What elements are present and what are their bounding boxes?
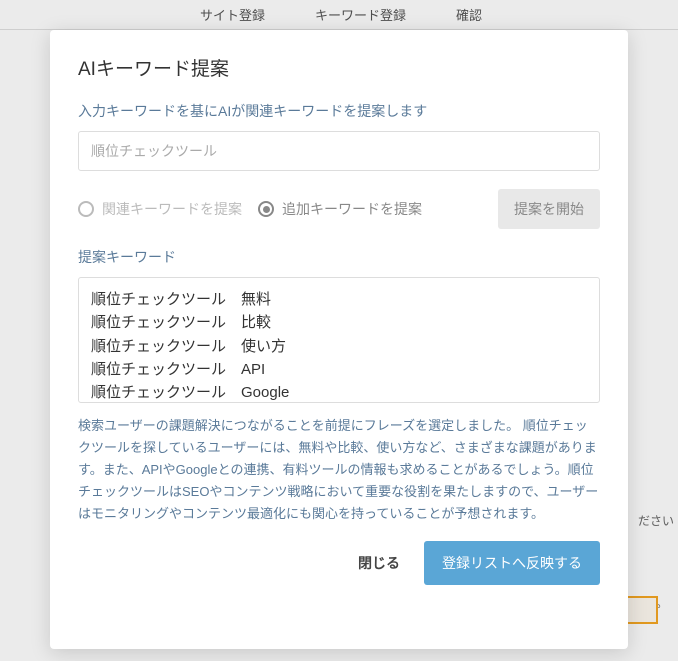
radio-related-label: 関連キーワードを提案 <box>102 199 242 219</box>
list-item: 順位チェックツール API <box>91 358 587 381</box>
list-item: 順位チェックツール 使い方 <box>91 335 587 358</box>
list-item: 順位チェックツール 無料 <box>91 288 587 311</box>
list-item: 順位チェックツール 比較 <box>91 311 587 334</box>
results-label: 提案キーワード <box>78 247 600 267</box>
list-item: 順位チェックツール Google <box>91 381 587 403</box>
radio-additional-label: 追加キーワードを提案 <box>282 199 422 219</box>
radio-related-keywords[interactable]: 関連キーワードを提案 <box>78 199 242 219</box>
explanation-text: 検索ユーザーの課題解決につながることを前提にフレーズを選定しました。 順位チェッ… <box>78 415 600 525</box>
options-row: 関連キーワードを提案 追加キーワードを提案 提案を開始 <box>78 189 600 229</box>
results-box[interactable]: 順位チェックツール 無料 順位チェックツール 比較 順位チェックツール 使い方 … <box>78 277 600 403</box>
modal-footer: 閉じる 登録リストへ反映する <box>78 541 600 585</box>
radio-icon <box>78 201 94 217</box>
keyword-input[interactable] <box>78 131 600 171</box>
modal-title: AIキーワード提案 <box>78 54 600 81</box>
ai-keyword-modal: AIキーワード提案 入力キーワードを基にAIが関連キーワードを提案します 関連キ… <box>50 30 628 649</box>
modal-subtitle: 入力キーワードを基にAIが関連キーワードを提案します <box>78 101 600 121</box>
radio-icon <box>258 201 274 217</box>
radio-additional-keywords[interactable]: 追加キーワードを提案 <box>258 199 422 219</box>
start-suggestion-button[interactable]: 提案を開始 <box>498 189 600 229</box>
close-button[interactable]: 閉じる <box>350 543 408 583</box>
apply-to-list-button[interactable]: 登録リストへ反映する <box>424 541 600 585</box>
